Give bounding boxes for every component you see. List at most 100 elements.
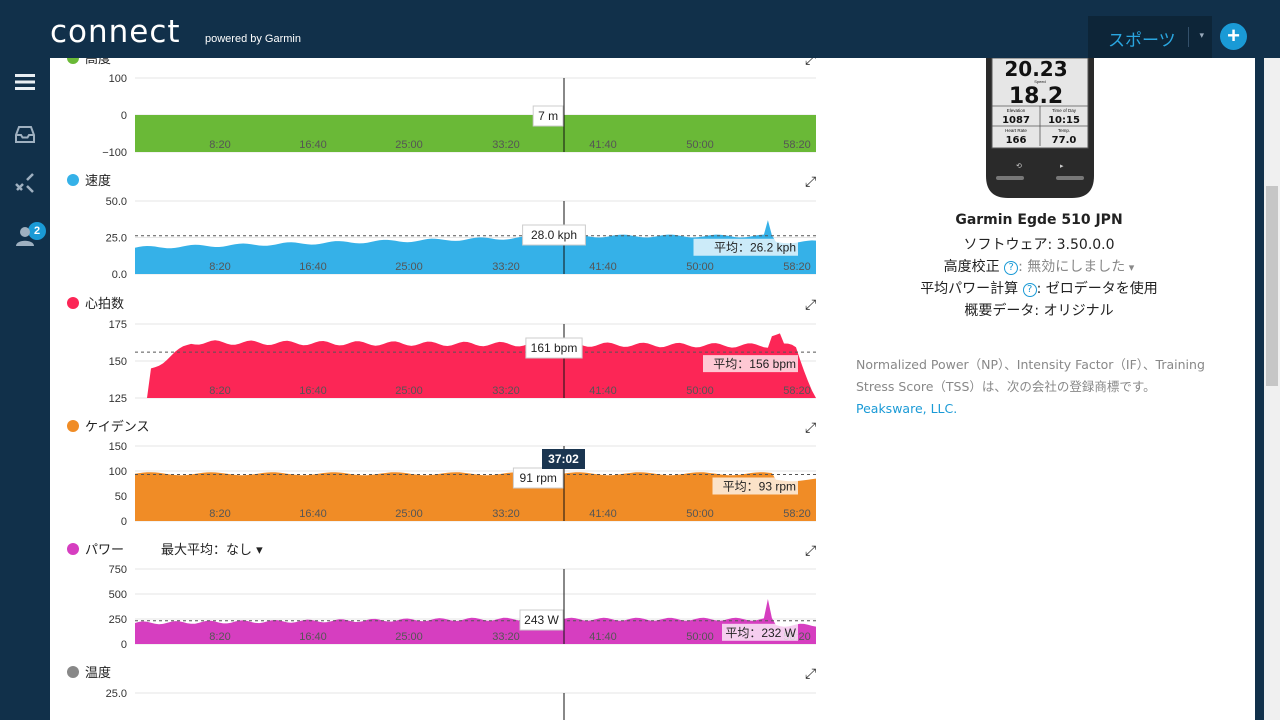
cadence-x-tick: 33:20 xyxy=(492,508,520,520)
top-bar: connect powered by Garmin スポーツ ▾ + xyxy=(0,0,1280,58)
altitude-calibration-label: 高度校正 xyxy=(943,259,1000,275)
help-icon[interactable]: ? xyxy=(1022,283,1037,297)
device-tod-value: 10:15 xyxy=(1048,115,1080,126)
power-x-tick: 16:40 xyxy=(299,631,327,643)
summary-data-value: オリジナル xyxy=(1043,303,1114,319)
elevation-value-label: 7 m xyxy=(538,109,558,123)
elevation-x-tick: 8:20 xyxy=(209,139,230,151)
heartrate-x-tick: 25:00 xyxy=(395,385,423,397)
menu-icon[interactable] xyxy=(13,70,37,94)
elevation-x-tick: 50:00 xyxy=(686,139,714,151)
power-x-tick: 33:20 xyxy=(492,631,520,643)
software-value: 3.50.0.0 xyxy=(1056,237,1115,253)
svg-text:▸: ▸ xyxy=(1060,162,1064,170)
garmin-device-image: 20.23 Speed 18.2 Elevation 1087 Time of … xyxy=(986,58,1094,198)
elevation-y-tick: 0 xyxy=(121,110,127,122)
power-value-label: 243 W xyxy=(524,613,559,627)
heartrate-x-tick: 50:00 xyxy=(686,385,714,397)
device-elev-label: Elevation xyxy=(1007,108,1026,113)
cadence-y-tick: 0 xyxy=(121,516,127,528)
connect-logo[interactable]: connect xyxy=(50,14,181,50)
expand-icon[interactable]: ⤢ xyxy=(805,58,816,68)
cadence-value-label: 91 rpm xyxy=(520,471,557,485)
device-hr-label: Heart Rate xyxy=(1005,128,1027,133)
heartrate-x-tick: 41:40 xyxy=(589,385,617,397)
heartrate-y-tick: 150 xyxy=(109,356,127,368)
chevron-down-icon[interactable]: ▾ xyxy=(1199,30,1204,41)
device-elev-value: 1087 xyxy=(1002,115,1030,126)
summary-data-label: 概要データ: xyxy=(964,303,1040,319)
device-name: Garmin Egde 510 JPN xyxy=(955,212,1123,228)
power-y-tick: 250 xyxy=(109,614,127,626)
elevation-x-tick: 16:40 xyxy=(299,139,327,151)
device-temp-value: 77.0 xyxy=(1052,135,1077,146)
elevation-x-tick: 58:20 xyxy=(783,139,811,151)
heartrate-x-tick: 58:20 xyxy=(783,385,811,397)
expand-icon[interactable]: ⤢ xyxy=(805,420,816,436)
avg-power-value: : ゼロデータを使用 xyxy=(1036,281,1158,297)
summary-data-row: 概要データ: オリジナル xyxy=(850,300,1228,320)
sports-menu-button[interactable]: スポーツ ▾ xyxy=(1088,16,1212,58)
speed-x-tick: 50:00 xyxy=(686,261,714,273)
heartrate-y-tick: 125 xyxy=(109,393,127,405)
elevation-area[interactable] xyxy=(135,115,816,152)
connections-icon[interactable] xyxy=(13,172,37,196)
scrollbar-thumb[interactable] xyxy=(1266,186,1278,386)
elevation-y-tick: −100 xyxy=(102,147,127,159)
altitude-calibration-value[interactable]: : 無効にしました xyxy=(1018,259,1125,275)
speed-x-tick: 16:40 xyxy=(299,261,327,273)
elevation-x-tick: 41:40 xyxy=(589,139,617,151)
power-color-dot xyxy=(67,543,79,555)
avg-power-label: 平均パワー計算 xyxy=(920,281,1019,297)
heartrate-value-label: 161 bpm xyxy=(531,341,578,355)
activity-detail-panel: 高度 ⤢ 100 0 −100 8:20 16:40 25:00 33:20 41:40 50:00… xyxy=(50,58,1255,720)
temperature-color-dot xyxy=(67,666,79,678)
device-temp-label: Temp. xyxy=(1058,128,1070,133)
sports-label: スポーツ xyxy=(1108,31,1176,50)
expand-icon[interactable]: ⤢ xyxy=(805,543,816,559)
peaksware-link[interactable]: Peaksware, LLC. xyxy=(856,401,957,416)
device-tod-label: Time of Day xyxy=(1052,108,1077,113)
power-area[interactable] xyxy=(135,599,816,644)
speed-x-tick: 25:00 xyxy=(395,261,423,273)
cadence-y-tick: 50 xyxy=(115,491,127,503)
heartrate-x-tick: 33:20 xyxy=(492,385,520,397)
profile-icon[interactable] xyxy=(13,224,37,248)
speed-y-tick: 25.0 xyxy=(106,233,127,245)
cadence-x-tick: 8:20 xyxy=(209,508,230,520)
expand-icon[interactable]: ⤢ xyxy=(805,174,816,190)
power-x-tick: 50:00 xyxy=(686,631,714,643)
device-screen-line1: 20.23 xyxy=(1004,58,1067,81)
heartrate-average-label: 平均：156 bpm xyxy=(713,357,796,371)
cadence-x-tick: 58:20 xyxy=(783,508,811,520)
power-x-tick: 41:40 xyxy=(589,631,617,643)
speed-average-label: 平均：26.2 kph xyxy=(714,241,796,255)
help-icon[interactable]: ? xyxy=(1004,261,1019,275)
elevation-y-tick: 100 xyxy=(109,73,127,85)
heartrate-x-tick: 8:20 xyxy=(209,385,230,397)
add-button[interactable]: + xyxy=(1220,23,1247,50)
elevation-color-dot xyxy=(67,58,79,64)
elevation-x-tick: 33:20 xyxy=(492,139,520,151)
expand-icon[interactable]: ⤢ xyxy=(805,297,816,313)
cursor-time-label: 37:02 xyxy=(548,452,579,466)
chevron-down-icon[interactable]: ▾ xyxy=(1125,261,1135,274)
divider xyxy=(1188,27,1189,47)
trademark-notice: Normalized Power（NP）、Intensity Factor（IF… xyxy=(856,354,1216,420)
cadence-y-tick: 100 xyxy=(109,466,127,478)
speed-chart-title: 速度 xyxy=(85,173,111,189)
cadence-x-tick: 41:40 xyxy=(589,508,617,520)
expand-icon[interactable]: ⤢ xyxy=(805,666,816,682)
trademark-text: Normalized Power（NP）、Intensity Factor（IF… xyxy=(856,357,1205,394)
heartrate-chart-title: 心拍数 xyxy=(85,297,124,312)
power-y-tick: 500 xyxy=(109,589,127,601)
inbox-icon[interactable] xyxy=(13,122,37,146)
speed-x-tick: 41:40 xyxy=(589,261,617,273)
elevation-chart-title: 高度 xyxy=(85,58,111,67)
logo-subtitle: powered by Garmin xyxy=(205,33,301,45)
speed-y-tick: 0.0 xyxy=(112,269,127,281)
speed-x-tick: 33:20 xyxy=(492,261,520,273)
temperature-y-tick: 25.0 xyxy=(106,688,127,700)
power-max-avg-dropdown[interactable]: 最大平均：なし ▾ xyxy=(161,543,263,558)
scrollbar[interactable] xyxy=(1264,58,1280,720)
